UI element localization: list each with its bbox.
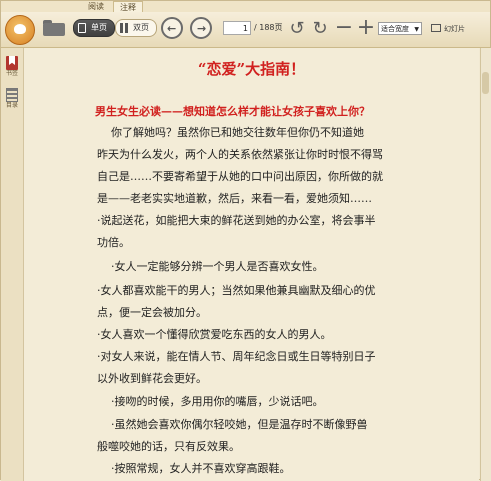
table-of-contents-icon [6, 88, 18, 102]
zoom-out-icon[interactable]: − [334, 17, 354, 39]
page-total: / 188页 [254, 23, 283, 32]
text-line: 自己是……不要寄希望于从她的口中问出原因，你所做的就 [97, 170, 383, 183]
text-line: ·女人一定能够分辨一个男人是否喜欢女性。 [97, 260, 324, 273]
text-line: ·女人喜欢一个懂得欣赏爱吃东西的女人的男人。 [97, 328, 332, 341]
tab-read[interactable]: 阅读 [81, 1, 111, 12]
document-page: “恋爱”大指南！ 男生女生必读——想知道怎么样才能让女孩子喜欢上你？ 你了解她吗… [24, 48, 479, 481]
double-page-icon [120, 23, 128, 33]
sidebar-item-label: 书签 [5, 70, 18, 77]
zoom-in-icon[interactable]: + [356, 17, 376, 39]
arrow-right-icon: → [197, 22, 207, 35]
reader-window: 阅读 注释 单页 双页 ← → 1 / 188页 ↺ ↻ − + 适合宽度 ▼ [0, 0, 491, 481]
text-line: ·虽然她会喜欢你偶尔轻咬她，但是温存时不断像野兽 [97, 418, 368, 431]
text-line: ·说起送花，如能把大束的鲜花送到她的办公室，将会事半 [97, 214, 376, 227]
single-page-label: 单页 [91, 23, 107, 32]
view-tabs: 阅读 注释 [1, 1, 490, 12]
next-page-button[interactable]: → [190, 17, 212, 39]
text-line: ·按照常规，女人并不喜欢穿高跟鞋。 [97, 462, 291, 475]
open-folder-icon[interactable] [43, 20, 65, 36]
text-line: ·对女人来说，能在情人节、周年纪念日或生日等特别日子 [97, 350, 376, 363]
left-sidebar: 书签 目录 [1, 48, 24, 481]
text-line: 般噬咬她的话，只有反效果。 [97, 440, 240, 453]
text-line: 以外收到鲜花会更好。 [97, 372, 207, 385]
text-line: 你了解她吗？虽然你已和她交往数年但你仍不知道她 [97, 126, 364, 139]
bookmark-icon [6, 56, 18, 70]
zoom-value: 适合宽度 [381, 25, 409, 33]
previous-page-button[interactable]: ← [161, 17, 183, 39]
app-logo-icon[interactable] [5, 15, 35, 45]
page-number-input[interactable]: 1 [223, 21, 251, 35]
text-line: ·接吻的时候，多用用你的嘴唇，少说话吧。 [97, 395, 324, 408]
text-line: 昨天为什么发火，两个人的关系依然紧张让你时时恨不得骂 [97, 148, 383, 161]
slideshow-label: 幻灯片 [444, 25, 465, 33]
text-line: 点，便一定会被加分。 [97, 306, 207, 319]
chevron-down-icon: ▼ [414, 26, 419, 33]
text-line: 是——老老实实地道歉，然后，来看一看，爱她须知…… [97, 192, 372, 205]
sidebar-item-contents[interactable]: 目录 [3, 88, 21, 110]
vertical-scrollbar[interactable] [480, 48, 491, 481]
zoom-select[interactable]: 适合宽度 ▼ [378, 22, 422, 35]
single-page-button[interactable]: 单页 [73, 19, 115, 37]
rotate-right-icon[interactable]: ↻ [310, 19, 330, 39]
sidebar-item-bookmarks[interactable]: 书签 [3, 56, 21, 78]
document-title: “恋爱”大指南！ [197, 60, 306, 78]
monitor-icon [431, 24, 441, 32]
rotate-left-icon[interactable]: ↺ [287, 19, 307, 39]
toolbar: 单页 双页 ← → 1 / 188页 ↺ ↻ − + 适合宽度 ▼ 幻灯片 [1, 12, 490, 48]
sidebar-item-label: 目录 [5, 102, 18, 109]
text-line: 功倍。 [97, 236, 130, 249]
double-page-button[interactable]: 双页 [115, 19, 157, 37]
single-page-icon [78, 23, 86, 33]
tab-notes[interactable]: 注释 [113, 1, 143, 12]
document-subtitle: 男生女生必读——想知道怎么样才能让女孩子喜欢上你？ [95, 105, 370, 118]
double-page-label: 双页 [133, 23, 149, 32]
slideshow-button[interactable]: 幻灯片 [431, 22, 475, 36]
arrow-left-icon: ← [167, 22, 177, 35]
text-line: ·女人都喜欢能干的男人；当然如果他兼具幽默及细心的优 [97, 284, 376, 297]
scrollbar-thumb[interactable] [482, 72, 489, 94]
